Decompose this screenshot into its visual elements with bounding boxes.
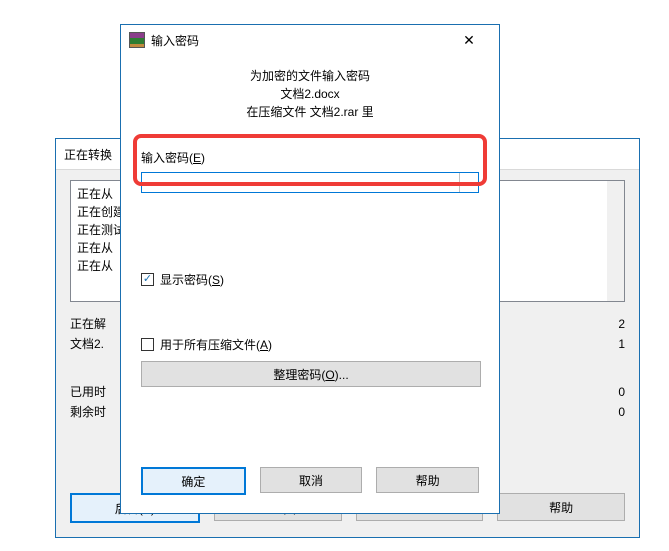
- close-button[interactable]: ✕: [447, 25, 491, 55]
- help-button[interactable]: 帮助: [497, 493, 625, 521]
- password-input-label: 输入密码(E): [141, 149, 479, 166]
- app-icon: [129, 32, 145, 48]
- password-combobox[interactable]: ⌄: [141, 172, 479, 193]
- stat-label: 剩余时: [70, 402, 106, 422]
- password-body: 为加密的文件输入密码 文档2.docx 在压缩文件 文档2.rar 里 输入密码…: [121, 55, 499, 451]
- password-footer: 确定 取消 帮助: [121, 451, 499, 513]
- password-title: 输入密码: [151, 32, 447, 49]
- show-password-checkbox[interactable]: [141, 273, 154, 286]
- progress-title: 正在转换: [64, 146, 112, 163]
- stat-value: 1: [618, 334, 625, 354]
- dropdown-toggle[interactable]: ⌄: [459, 173, 478, 192]
- scrollbar[interactable]: [607, 181, 624, 301]
- cancel-button[interactable]: 取消: [260, 467, 363, 493]
- all-archives-row: 用于所有压缩文件(A): [141, 336, 479, 353]
- help-button[interactable]: 帮助: [376, 467, 479, 493]
- password-titlebar[interactable]: 输入密码 ✕: [121, 25, 499, 55]
- stat-label: 已用时: [70, 382, 106, 402]
- stat-value: 0: [618, 382, 625, 402]
- msg-line: 文档2.docx: [141, 85, 479, 103]
- all-archives-checkbox[interactable]: [141, 338, 154, 351]
- show-password-row: 显示密码(S): [141, 271, 479, 288]
- ok-button[interactable]: 确定: [141, 467, 246, 495]
- organize-passwords-button[interactable]: 整理密码(O)...: [141, 361, 481, 387]
- all-archives-label[interactable]: 用于所有压缩文件(A): [160, 336, 272, 353]
- show-password-label[interactable]: 显示密码(S): [160, 271, 224, 288]
- stat-value: 2: [618, 314, 625, 334]
- stat-value: 0: [618, 402, 625, 422]
- stat-label: 文档2.: [70, 334, 104, 354]
- close-icon: ✕: [463, 32, 475, 49]
- stat-label: 正在解: [70, 314, 106, 334]
- chevron-down-icon: ⌄: [465, 177, 473, 188]
- password-input[interactable]: [142, 173, 459, 192]
- password-dialog: 输入密码 ✕ 为加密的文件输入密码 文档2.docx 在压缩文件 文档2.rar…: [120, 24, 500, 514]
- organize-row: 整理密码(O)...: [141, 361, 479, 387]
- msg-line: 为加密的文件输入密码: [141, 67, 479, 85]
- msg-line: 在压缩文件 文档2.rar 里: [141, 103, 479, 121]
- password-message: 为加密的文件输入密码 文档2.docx 在压缩文件 文档2.rar 里: [141, 67, 479, 121]
